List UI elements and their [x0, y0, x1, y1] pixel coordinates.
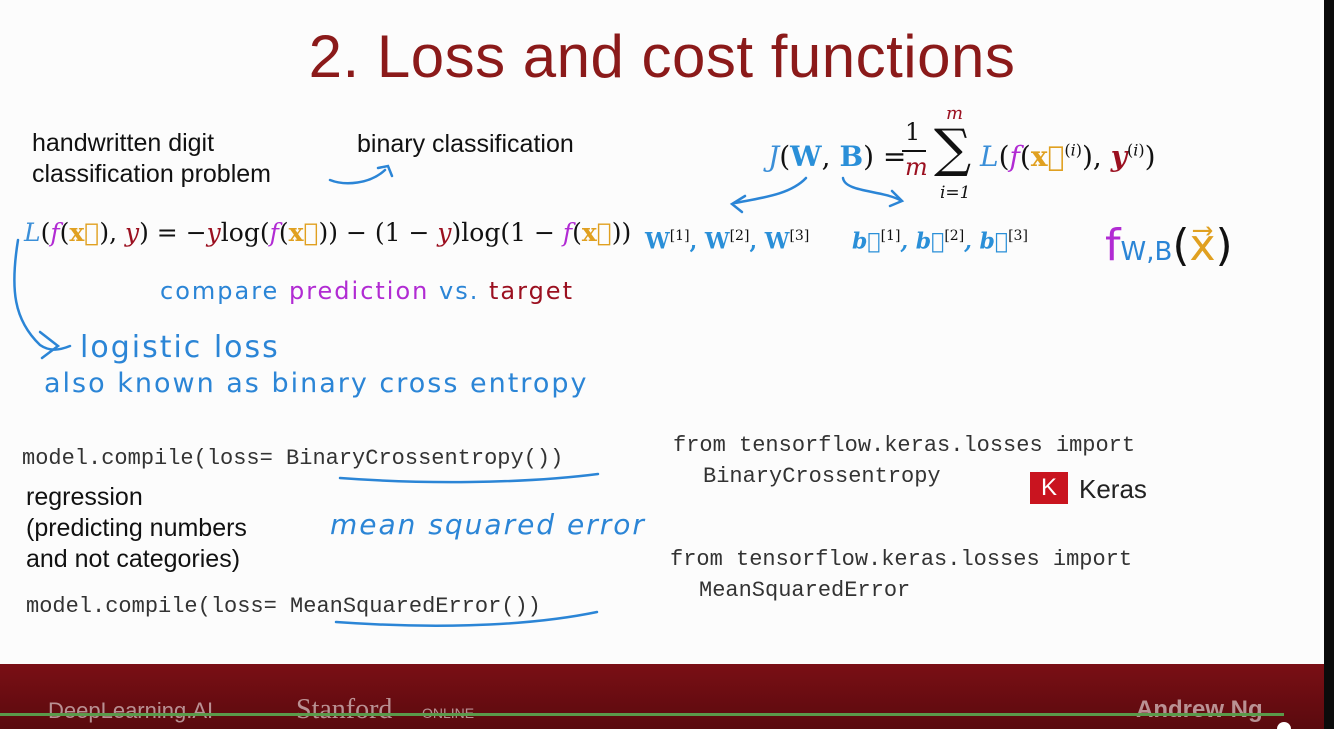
- compile-bce-code: model.compile(loss= BinaryCrossentropy()…: [22, 446, 564, 471]
- biases-list: b⃗[1], b⃗[2], b⃗[3]: [852, 228, 1028, 255]
- video-scrubber-handle[interactable]: [1277, 722, 1291, 729]
- bce-underline: [338, 472, 600, 484]
- regression-line1: regression: [26, 483, 143, 511]
- logistic-loss-annotation: logistic loss: [80, 330, 280, 365]
- sum-sigma: ∑: [934, 119, 972, 179]
- f-wb-handwritten: fW,B(x⃗): [1105, 220, 1233, 271]
- compare-annotation: compare prediction vs. target: [160, 277, 574, 305]
- weights-list: W[1], W[2], W[3]: [645, 228, 810, 255]
- fraction-numerator: 1: [905, 118, 921, 146]
- deeplearning-logo: DeepLearning.AI: [48, 698, 214, 723]
- logistic-loss-formula: L(f(x⃗), y) = −ylog(f(x⃗)) − (1 − y)log(…: [24, 218, 632, 247]
- binary-classification-label: binary classification: [357, 130, 574, 158]
- biases-arrow-stroke: [841, 176, 902, 202]
- fraction-bar: [902, 150, 926, 152]
- stanford-logo: Stanford: [296, 694, 393, 725]
- biases-arrow-head: [888, 189, 905, 208]
- keras-label: Keras: [1079, 474, 1147, 504]
- slide-footer: DeepLearning.AI Stanford ONLINE Andrew N…: [0, 664, 1324, 729]
- regression-line3: and not categories): [26, 545, 241, 573]
- regression-line2: (predicting numbers: [26, 514, 247, 542]
- mse-annotation: mean squared error: [330, 508, 646, 541]
- import-mse-line1: from tensorflow.keras.losses import: [670, 547, 1133, 572]
- fraction-denominator: m: [905, 153, 928, 181]
- import-bce-line1: from tensorflow.keras.losses import: [673, 433, 1136, 458]
- cost-formula-rhs: L(f(x⃗(i)), y(i)): [980, 140, 1156, 173]
- video-progress-bar[interactable]: [0, 713, 1284, 716]
- cost-formula-lhs: J(W, B) =: [768, 140, 907, 173]
- problem-text-line1: handwritten digit: [32, 129, 215, 157]
- binary-arrow-head: [376, 164, 394, 178]
- weights-arrow-head: [729, 194, 747, 214]
- binary-arrow-stroke: [328, 168, 387, 185]
- import-bce-line2: BinaryCrossentropy: [703, 464, 941, 489]
- binary-cross-entropy-annotation: also known as binary cross entropy: [44, 368, 589, 399]
- logistic-loss-arrow-head: [38, 330, 61, 360]
- compile-mse-code: model.compile(loss= MeanSquaredError()): [26, 594, 541, 619]
- logistic-loss-arrow-stroke: [13, 238, 72, 351]
- window-edge: [1324, 0, 1334, 729]
- slide-canvas: 2. Loss and cost functions handwritten d…: [0, 0, 1324, 729]
- import-mse-line2: MeanSquaredError: [699, 578, 911, 603]
- keras-logo-icon: K: [1030, 472, 1068, 504]
- slide-title: 2. Loss and cost functions: [308, 23, 1016, 90]
- problem-text-line2: classification problem: [32, 160, 271, 188]
- author-name: Andrew Ng: [1136, 696, 1263, 723]
- weights-arrow-stroke: [733, 176, 808, 205]
- sum-lower-limit: i=1: [940, 183, 971, 203]
